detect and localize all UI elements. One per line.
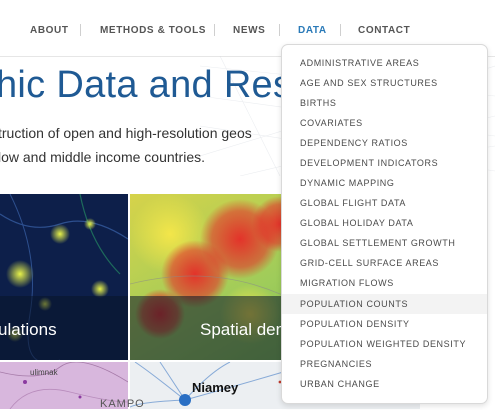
dropdown-item-label: GLOBAL FLIGHT DATA <box>300 198 406 208</box>
dropdown-item-global-settlement-growth[interactable]: GLOBAL SETTLEMENT GROWTH <box>282 233 487 253</box>
nav-contact[interactable]: CONTACT <box>358 25 410 36</box>
page-title: hic Data and Res <box>0 64 293 106</box>
nav-news[interactable]: NEWS <box>233 25 265 36</box>
nav-separator <box>279 24 280 36</box>
hero-subtitle-line-1: truction of open and high-resolution geo… <box>0 125 252 141</box>
dropdown-item-population-weighted-density[interactable]: POPULATION WEIGHTED DENSITY <box>282 334 487 354</box>
dropdown-item-global-flight-data[interactable]: GLOBAL FLIGHT DATA <box>282 193 487 213</box>
nav-separator <box>214 24 215 36</box>
nav-about[interactable]: ABOUT <box>30 25 69 36</box>
dropdown-item-covariates[interactable]: COVARIATES <box>282 113 487 133</box>
dropdown-item-label: POPULATION WEIGHTED DENSITY <box>300 339 467 349</box>
dropdown-item-label: GLOBAL SETTLEMENT GROWTH <box>300 238 456 248</box>
dropdown-item-urban-change[interactable]: URBAN CHANGE <box>282 374 487 394</box>
populations-tile-caption: ulations <box>0 320 57 339</box>
populations-tile[interactable]: ulations <box>0 194 128 360</box>
dropdown-item-label: GRID-CELL SURFACE AREAS <box>300 258 439 268</box>
dropdown-item-grid-cell-surface-areas[interactable]: GRID-CELL SURFACE AREAS <box>282 253 487 273</box>
dropdown-item-migration-flows[interactable]: MIGRATION FLOWS <box>282 273 487 293</box>
nav-separator <box>80 24 81 36</box>
tile-caption-overlay: ulations <box>0 296 128 360</box>
dropdown-item-births[interactable]: BIRTHS <box>282 93 487 113</box>
dropdown-item-label: GLOBAL HOLIDAY DATA <box>300 218 414 228</box>
nav-separator <box>340 24 341 36</box>
dropdown-item-pregnancies[interactable]: PREGNANCIES <box>282 354 487 374</box>
dropdown-item-label: PREGNANCIES <box>300 359 373 369</box>
data-dropdown-menu: ADMINISTRATIVE AREAS AGE AND SEX STRUCTU… <box>281 44 488 404</box>
spatial-demography-tile-caption: Spatial dem <box>200 320 290 339</box>
dropdown-item-label: DYNAMIC MAPPING <box>300 178 395 188</box>
dropdown-item-development-indicators[interactable]: DEVELOPMENT INDICATORS <box>282 153 487 173</box>
dropdown-item-label: POPULATION DENSITY <box>300 319 410 329</box>
map-place-label: ulimnak <box>30 368 58 377</box>
dropdown-item-label: AGE AND SEX STRUCTURES <box>300 78 438 88</box>
hero-subtitle-line-2: low and middle income countries. <box>0 149 205 165</box>
dropdown-item-dynamic-mapping[interactable]: DYNAMIC MAPPING <box>282 173 487 193</box>
dropdown-item-global-holiday-data[interactable]: GLOBAL HOLIDAY DATA <box>282 213 487 233</box>
dropdown-item-label: DEVELOPMENT INDICATORS <box>300 158 439 168</box>
dropdown-item-administrative-areas[interactable]: ADMINISTRATIVE AREAS <box>282 53 487 73</box>
dropdown-item-label: COVARIATES <box>300 118 363 128</box>
nav-data[interactable]: DATA <box>298 25 327 36</box>
dropdown-item-population-counts[interactable]: POPULATION COUNTS <box>282 294 487 314</box>
nav-methods-tools[interactable]: METHODS & TOOLS <box>100 25 206 36</box>
dropdown-item-label: DEPENDENCY RATIOS <box>300 138 408 148</box>
dropdown-item-label: POPULATION COUNTS <box>300 299 409 309</box>
dropdown-item-age-and-sex-structures[interactable]: AGE AND SEX STRUCTURES <box>282 73 487 93</box>
dropdown-item-label: MIGRATION FLOWS <box>300 278 394 288</box>
map-city-label: Niamey <box>192 380 239 395</box>
dropdown-item-label: ADMINISTRATIVE AREAS <box>300 58 420 68</box>
dropdown-item-dependency-ratios[interactable]: DEPENDENCY RATIOS <box>282 133 487 153</box>
dropdown-item-population-density[interactable]: POPULATION DENSITY <box>282 314 487 334</box>
dropdown-item-label: BIRTHS <box>300 98 337 108</box>
map-region-label: KAMPO <box>100 398 145 410</box>
dropdown-item-label: URBAN CHANGE <box>300 379 380 389</box>
